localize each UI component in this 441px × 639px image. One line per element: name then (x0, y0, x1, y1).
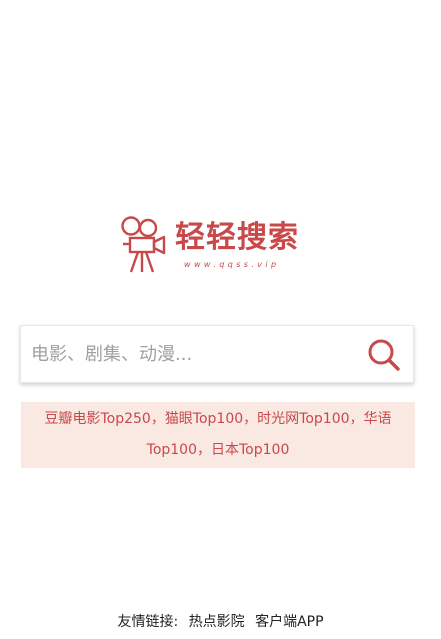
hot-list-separator: ， (349, 411, 364, 427)
footer: 友情链接: 热点影院 客户端APP (0, 611, 441, 631)
logo-url: www.qqss.vip (184, 260, 280, 269)
hot-list-separator: ， (197, 442, 211, 458)
hot-line-2: Top100，日本Top100 (21, 435, 415, 466)
hot-list-link[interactable]: 豆瓣电影Top250 (44, 411, 150, 427)
hot-lists-panel: 豆瓣电影Top250，猫眼Top100，时光网Top100，华语 Top100，… (21, 402, 415, 468)
logo-title: 轻轻搜索 (175, 220, 299, 255)
search-box (20, 325, 414, 383)
search-icon[interactable] (367, 338, 401, 372)
site-logo: 轻轻搜索 www.qqss.vip (121, 216, 321, 278)
footer-label: 友情链接: (117, 614, 179, 630)
hot-list-link[interactable]: 日本Top100 (211, 442, 289, 458)
hot-list-separator: ， (243, 411, 258, 427)
hot-line-1: 豆瓣电影Top250，猫眼Top100，时光网Top100，华语 (21, 404, 415, 435)
hot-list-link[interactable]: 华语 (364, 411, 392, 427)
hot-list-link[interactable]: 猫眼Top100 (165, 411, 243, 427)
hot-list-link[interactable]: 时光网Top100 (257, 411, 349, 427)
footer-link-hot-cinema[interactable]: 热点影院 (189, 614, 245, 630)
hot-list-separator: ， (150, 411, 165, 427)
search-input[interactable] (31, 338, 351, 370)
hot-list-link[interactable]: Top100 (147, 442, 197, 458)
film-camera-icon (121, 216, 166, 273)
footer-link-client-app[interactable]: 客户端APP (255, 614, 323, 630)
